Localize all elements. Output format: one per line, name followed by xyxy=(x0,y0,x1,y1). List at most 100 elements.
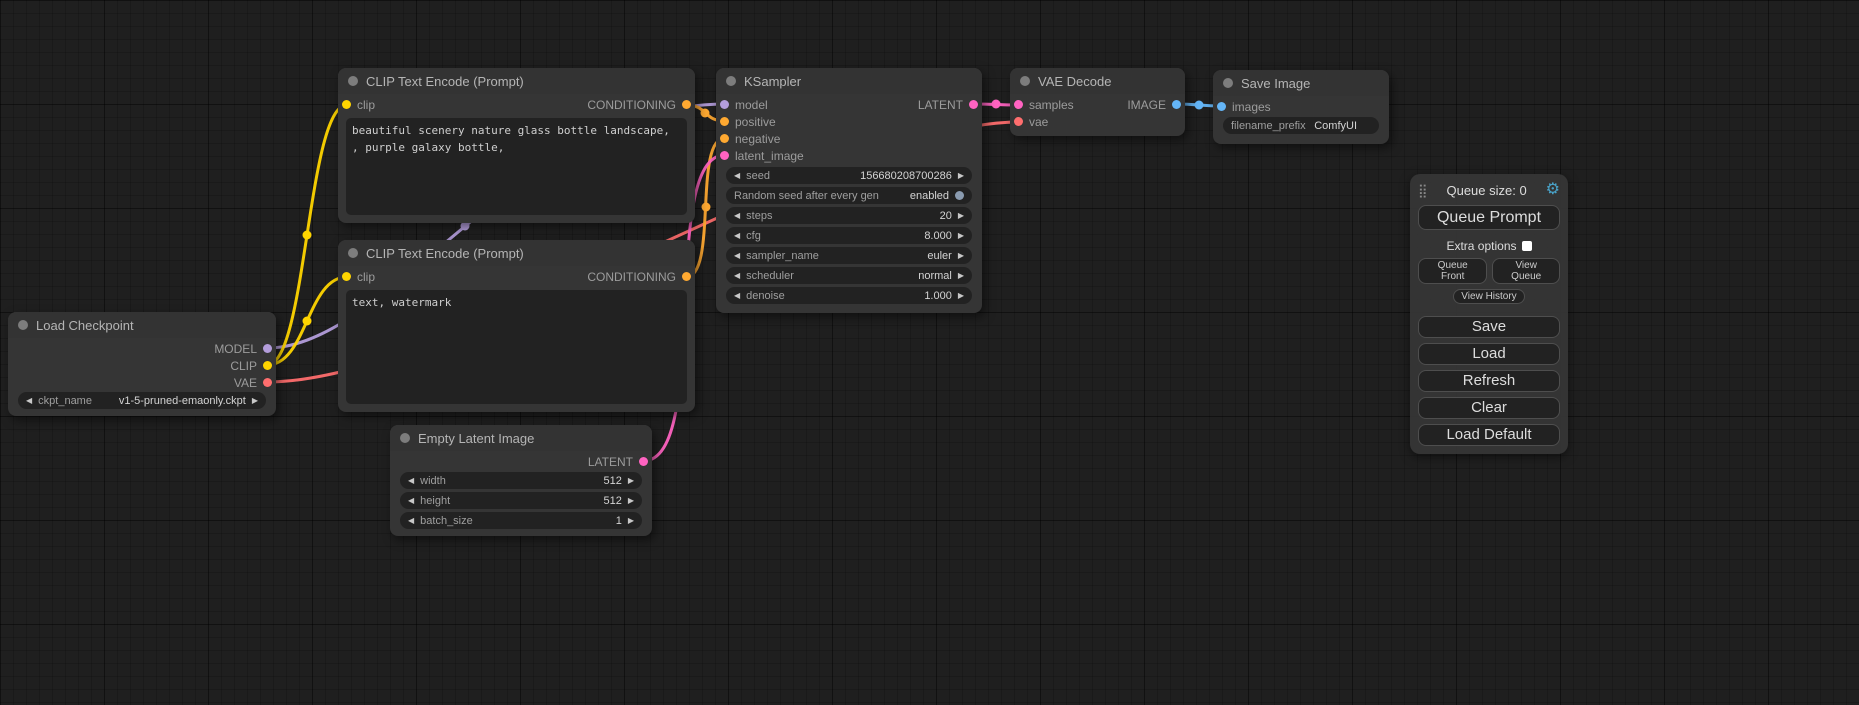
node-vae-decode[interactable]: VAE Decode samples IMAGE vae xyxy=(1010,68,1185,136)
settings-gear-icon[interactable]: ⚙ xyxy=(1546,182,1560,198)
input-slot-images[interactable]: images xyxy=(1217,100,1271,114)
slot-dot[interactable] xyxy=(263,378,272,387)
collapse-dot[interactable] xyxy=(726,76,736,86)
decrement-arrow-icon[interactable]: ◀ xyxy=(734,232,740,240)
extra-options-checkbox[interactable] xyxy=(1522,241,1532,251)
widget-height[interactable]: ◀ height 512 ▶ xyxy=(400,492,642,509)
increment-arrow-icon[interactable]: ▶ xyxy=(958,292,964,300)
decrement-arrow-icon[interactable]: ◀ xyxy=(734,272,740,280)
slot-dot[interactable] xyxy=(263,361,272,370)
slot-dot[interactable] xyxy=(720,100,729,109)
node-title-bar[interactable]: Empty Latent Image xyxy=(390,425,652,451)
collapse-dot[interactable] xyxy=(400,433,410,443)
slot-dot[interactable] xyxy=(1014,117,1023,126)
slot-dot[interactable] xyxy=(263,344,272,353)
queue-front-button[interactable]: Queue Front xyxy=(1418,258,1487,284)
increment-arrow-icon[interactable]: ▶ xyxy=(958,172,964,180)
decrement-arrow-icon[interactable]: ◀ xyxy=(734,252,740,260)
input-slot-latent-image[interactable]: latent_image xyxy=(720,149,804,163)
refresh-button[interactable]: Refresh xyxy=(1418,370,1560,392)
node-ksampler[interactable]: KSampler model LATENT positive negative … xyxy=(716,68,982,313)
load-button[interactable]: Load xyxy=(1418,343,1560,365)
clear-button[interactable]: Clear xyxy=(1418,397,1560,419)
negative-prompt-textarea[interactable]: text, watermark xyxy=(346,290,687,404)
input-slot-model[interactable]: model xyxy=(720,98,768,112)
view-queue-button[interactable]: View Queue xyxy=(1492,258,1560,284)
input-slot-clip[interactable]: clip xyxy=(342,98,375,112)
node-title-bar[interactable]: CLIP Text Encode (Prompt) xyxy=(338,240,695,266)
node-title-bar[interactable]: Save Image xyxy=(1213,70,1389,96)
output-slot-latent[interactable]: LATENT xyxy=(588,455,648,469)
output-slot-conditioning[interactable]: CONDITIONING xyxy=(587,270,691,284)
increment-arrow-icon[interactable]: ▶ xyxy=(628,477,634,485)
increment-arrow-icon[interactable]: ▶ xyxy=(628,497,634,505)
node-save-image[interactable]: Save Image images filename_prefix ComfyU… xyxy=(1213,70,1389,144)
decrement-arrow-icon[interactable]: ◀ xyxy=(408,497,414,505)
collapse-dot[interactable] xyxy=(348,76,358,86)
queue-prompt-button[interactable]: Queue Prompt xyxy=(1418,205,1560,230)
slot-dot[interactable] xyxy=(1217,102,1226,111)
slot-dot[interactable] xyxy=(720,151,729,160)
increment-arrow-icon[interactable]: ▶ xyxy=(628,517,634,525)
increment-arrow-icon[interactable]: ▶ xyxy=(958,252,964,260)
widget-steps[interactable]: ◀ steps 20 ▶ xyxy=(726,207,972,224)
widget-ckpt-name[interactable]: ◀ ckpt_name v1-5-pruned-emaonly.ckpt ▶ xyxy=(18,392,266,409)
queue-menu-panel[interactable]: ⣿ Queue size: 0 ⚙ Queue Prompt Extra opt… xyxy=(1410,174,1568,454)
output-slot-latent[interactable]: LATENT xyxy=(918,98,978,112)
increment-arrow-icon[interactable]: ▶ xyxy=(958,212,964,220)
widget-width[interactable]: ◀ width 512 ▶ xyxy=(400,472,642,489)
save-button[interactable]: Save xyxy=(1418,316,1560,338)
slot-dot[interactable] xyxy=(639,457,648,466)
input-slot-negative[interactable]: negative xyxy=(720,132,780,146)
collapse-dot[interactable] xyxy=(18,320,28,330)
output-slot-clip[interactable]: CLIP xyxy=(230,359,272,373)
widget-cfg[interactable]: ◀ cfg 8.000 ▶ xyxy=(726,227,972,244)
output-slot-vae[interactable]: VAE xyxy=(234,376,272,390)
decrement-arrow-icon[interactable]: ◀ xyxy=(408,517,414,525)
input-slot-positive[interactable]: positive xyxy=(720,115,776,129)
output-slot-conditioning[interactable]: CONDITIONING xyxy=(587,98,691,112)
widget-batch-size[interactable]: ◀ batch_size 1 ▶ xyxy=(400,512,642,529)
slot-dot[interactable] xyxy=(682,272,691,281)
output-slot-model[interactable]: MODEL xyxy=(214,342,272,356)
increment-arrow-icon[interactable]: ▶ xyxy=(252,397,258,405)
node-load-checkpoint[interactable]: Load Checkpoint MODEL CLIP VAE ◀ ckpt_na… xyxy=(8,312,276,416)
collapse-dot[interactable] xyxy=(1223,78,1233,88)
decrement-arrow-icon[interactable]: ◀ xyxy=(734,172,740,180)
collapse-dot[interactable] xyxy=(1020,76,1030,86)
slot-dot[interactable] xyxy=(969,100,978,109)
node-empty-latent-image[interactable]: Empty Latent Image LATENT ◀ width 512 ▶ … xyxy=(390,425,652,536)
view-history-button[interactable]: View History xyxy=(1453,289,1524,304)
slot-dot[interactable] xyxy=(720,117,729,126)
widget-sampler-name[interactable]: ◀ sampler_name euler ▶ xyxy=(726,247,972,264)
drag-handle-icon[interactable]: ⣿ xyxy=(1418,184,1428,197)
node-clip-text-encode-negative[interactable]: CLIP Text Encode (Prompt) clip CONDITION… xyxy=(338,240,695,412)
node-title-bar[interactable]: VAE Decode xyxy=(1010,68,1185,94)
output-slot-image[interactable]: IMAGE xyxy=(1127,98,1181,112)
slot-dot[interactable] xyxy=(720,134,729,143)
widget-random-seed-toggle[interactable]: Random seed after every gen enabled xyxy=(726,187,972,204)
decrement-arrow-icon[interactable]: ◀ xyxy=(26,397,32,405)
input-slot-samples[interactable]: samples xyxy=(1014,98,1074,112)
node-title-bar[interactable]: CLIP Text Encode (Prompt) xyxy=(338,68,695,94)
positive-prompt-textarea[interactable]: beautiful scenery nature glass bottle la… xyxy=(346,118,687,215)
node-title-bar[interactable]: KSampler xyxy=(716,68,982,94)
widget-scheduler[interactable]: ◀ scheduler normal ▶ xyxy=(726,267,972,284)
input-slot-clip[interactable]: clip xyxy=(342,270,375,284)
decrement-arrow-icon[interactable]: ◀ xyxy=(408,477,414,485)
node-title-bar[interactable]: Load Checkpoint xyxy=(8,312,276,338)
widget-filename-prefix[interactable]: filename_prefix ComfyUI xyxy=(1223,117,1379,134)
increment-arrow-icon[interactable]: ▶ xyxy=(958,232,964,240)
slot-dot[interactable] xyxy=(342,272,351,281)
toggle-indicator[interactable] xyxy=(955,191,964,200)
slot-dot[interactable] xyxy=(1014,100,1023,109)
widget-denoise[interactable]: ◀ denoise 1.000 ▶ xyxy=(726,287,972,304)
increment-arrow-icon[interactable]: ▶ xyxy=(958,272,964,280)
load-default-button[interactable]: Load Default xyxy=(1418,424,1560,446)
collapse-dot[interactable] xyxy=(348,248,358,258)
slot-dot[interactable] xyxy=(342,100,351,109)
widget-seed[interactable]: ◀ seed 156680208700286 ▶ xyxy=(726,167,972,184)
node-clip-text-encode-positive[interactable]: CLIP Text Encode (Prompt) clip CONDITION… xyxy=(338,68,695,223)
slot-dot[interactable] xyxy=(682,100,691,109)
decrement-arrow-icon[interactable]: ◀ xyxy=(734,292,740,300)
